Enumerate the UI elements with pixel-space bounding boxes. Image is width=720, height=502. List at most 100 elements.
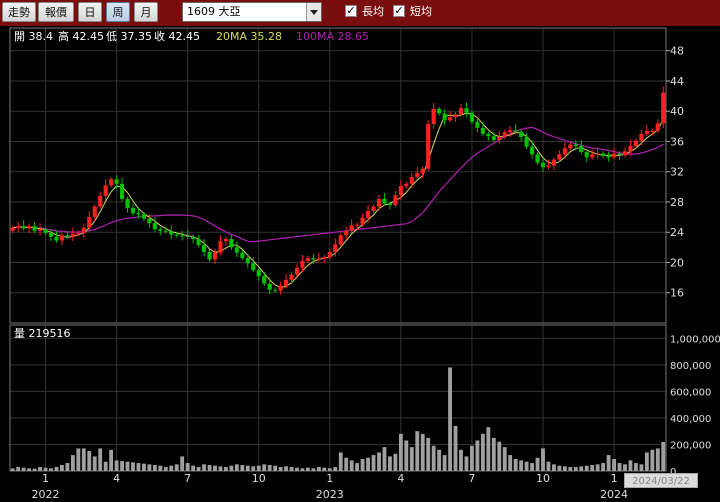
volume-bar xyxy=(426,437,431,471)
weekly-tab-button[interactable]: 周 xyxy=(106,2,130,22)
volume-bar xyxy=(590,465,595,471)
candle-up xyxy=(655,123,660,131)
volume-tick-label: 400,000 xyxy=(670,414,711,425)
candle-down xyxy=(136,213,141,215)
volume-bar xyxy=(300,468,305,471)
candle-up xyxy=(644,130,649,134)
candle-down xyxy=(267,283,272,290)
volume-bar xyxy=(21,467,26,471)
date-tag: 2024/03/22 xyxy=(624,473,698,488)
volume-bar xyxy=(404,440,409,471)
symbol-select[interactable]: 1609 大亞 xyxy=(182,2,322,22)
month-label: 4 xyxy=(397,472,404,485)
volume-bar xyxy=(207,465,212,471)
volume-bar xyxy=(169,465,174,471)
volume-bar xyxy=(224,467,228,471)
candle-up xyxy=(639,133,644,141)
long-ma-checkbox[interactable]: ✓ xyxy=(345,5,357,17)
candle-up xyxy=(333,244,338,252)
volume-bar xyxy=(327,468,332,471)
candle-up xyxy=(557,154,562,160)
volume-bar xyxy=(142,463,146,471)
price-tick-label: 48 xyxy=(670,45,684,58)
candle-up xyxy=(109,179,114,186)
candle-down xyxy=(491,136,496,140)
candle-down xyxy=(43,229,48,233)
candle-down xyxy=(245,257,250,264)
volume-bar xyxy=(634,463,638,471)
candle-up xyxy=(16,226,21,228)
volume-bar xyxy=(38,467,42,471)
candle-up xyxy=(508,130,513,133)
candle-up xyxy=(344,230,349,236)
volume-bar xyxy=(442,455,447,471)
volume-bar xyxy=(355,463,360,471)
volume-bar xyxy=(562,466,567,471)
candle-up xyxy=(420,168,425,174)
trend-tab-button[interactable]: 走勢 xyxy=(2,2,36,22)
candle-up xyxy=(628,146,633,152)
candle-up xyxy=(431,108,436,125)
candle-down xyxy=(601,153,606,156)
candle-down xyxy=(617,153,622,156)
monthly-tab-button[interactable]: 月 xyxy=(134,2,158,22)
candle-up xyxy=(223,239,229,242)
candle-down xyxy=(185,236,190,238)
candle-up xyxy=(27,226,32,229)
volume-bar xyxy=(92,456,97,471)
candle-up xyxy=(212,252,218,260)
chevron-down-icon[interactable] xyxy=(306,3,321,21)
volume-bar xyxy=(43,467,48,471)
volume-bar xyxy=(524,461,529,471)
candle-down xyxy=(469,112,475,122)
candle-down xyxy=(311,257,316,260)
candle-down xyxy=(158,229,163,231)
candle-up xyxy=(562,148,567,155)
short-ma-checkbox[interactable]: ✓ xyxy=(393,5,405,17)
quote-tab-button[interactable]: 報價 xyxy=(38,2,74,22)
price-tick-label: 20 xyxy=(670,256,684,269)
candle-down xyxy=(437,108,442,114)
candle-up xyxy=(661,92,666,124)
candle-up xyxy=(404,183,409,187)
candle-down xyxy=(442,113,447,121)
volume-bar xyxy=(131,462,135,471)
ma20-line xyxy=(12,112,664,288)
month-label: 1 xyxy=(611,472,618,485)
volume-bar xyxy=(360,459,365,471)
volume-bar xyxy=(152,465,157,471)
candle-up xyxy=(453,114,458,118)
volume-bar xyxy=(147,464,152,471)
volume-bar xyxy=(573,467,578,471)
candle-down xyxy=(65,235,70,237)
volume-bar xyxy=(278,467,283,471)
volume-bar xyxy=(32,468,37,471)
candle-up xyxy=(300,260,305,268)
candles-layer xyxy=(10,86,666,296)
volume-bar xyxy=(49,468,53,471)
volume-bar xyxy=(284,466,288,471)
daily-tab-button[interactable]: 日 xyxy=(78,2,102,22)
x-axis-labels: 1 4 7 10 1 4 7 10 1 2022 2023 2024 xyxy=(32,472,629,501)
candle-up xyxy=(98,195,103,207)
volume-bar xyxy=(256,465,261,471)
candle-down xyxy=(480,127,485,134)
candle-down xyxy=(486,133,491,137)
candle-up xyxy=(458,108,464,115)
candle-up xyxy=(447,117,453,121)
high-value: 高 42.45 xyxy=(58,29,104,43)
low-value: 低 37.35 xyxy=(106,30,152,43)
ma100-value: 100MA 28.65 xyxy=(296,30,369,43)
price-tick-label: 40 xyxy=(670,105,684,118)
price-axis: 16 20 24 28 32 36 40 44 48 xyxy=(666,45,684,300)
volume-bar xyxy=(464,456,469,471)
volume-bar xyxy=(295,467,299,471)
volume-value: 量 219516 xyxy=(14,327,71,340)
month-label: 1 xyxy=(42,472,49,485)
candle-down xyxy=(196,239,201,246)
volume-bar xyxy=(240,465,245,471)
candle-up xyxy=(590,154,595,158)
volume-bar xyxy=(519,460,524,471)
volume-bar xyxy=(491,437,496,471)
ma20-layer xyxy=(12,112,664,288)
